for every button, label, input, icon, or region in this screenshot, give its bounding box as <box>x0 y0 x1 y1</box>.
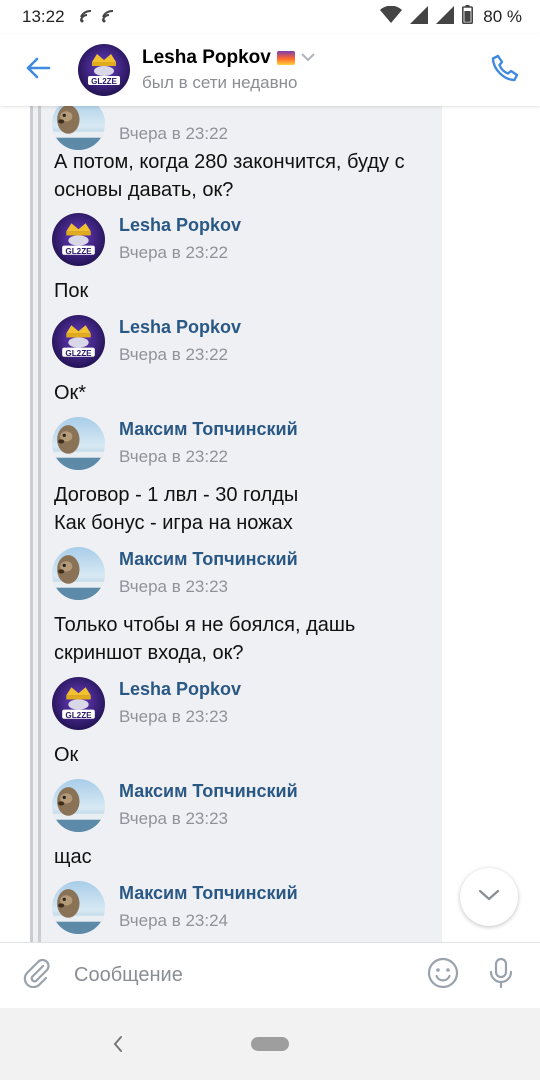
message-author[interactable]: Максим Топчинский <box>119 780 298 802</box>
status-bar: 13:22 80 % <box>0 0 540 34</box>
message-text: А потом, когда 280 закончится, буду с ос… <box>54 151 405 201</box>
message-text: щас <box>54 846 92 868</box>
message-composer <box>0 942 540 1008</box>
forward-quote-line <box>30 106 33 942</box>
battery-icon <box>462 5 474 29</box>
emoji-icon <box>427 957 459 994</box>
back-arrow-icon <box>25 57 51 84</box>
message-time: Вчера в 23:24 <box>119 911 229 930</box>
message-author[interactable]: Максим Топчинский <box>119 418 298 440</box>
message-time: Вчера в 23:22 <box>119 243 229 262</box>
emoji-button[interactable] <box>414 943 472 1009</box>
message-header: Максим Топчинский Вчера в 23:24 <box>52 880 432 934</box>
call-button[interactable] <box>470 34 540 106</box>
message-text: Ок <box>54 744 79 766</box>
message-time: Вчера в 23:22 <box>119 447 229 466</box>
contact-name: Lesha Popkov <box>142 47 271 68</box>
forward-quote-line <box>38 106 41 942</box>
chat-screen: 13:22 80 % Lesha Popkov был в сети недав… <box>0 0 540 1080</box>
sunset-emoji-icon <box>276 51 295 65</box>
message-time: Вчера в 23:22 <box>119 124 229 143</box>
message-time: Вчера в 23:22 <box>119 345 229 364</box>
phone-icon <box>490 53 520 88</box>
avatar[interactable] <box>52 881 105 934</box>
avatar[interactable] <box>52 547 105 600</box>
message-author[interactable]: Максим Топчинский <box>119 548 298 570</box>
scroll-to-bottom-button[interactable] <box>460 868 518 926</box>
wifi-icon <box>380 5 403 29</box>
nav-back-icon[interactable] <box>106 1032 130 1056</box>
voice-message-button[interactable] <box>472 943 530 1009</box>
header-avatar[interactable] <box>78 44 130 96</box>
status-time: 13:22 <box>22 7 65 26</box>
avatar[interactable] <box>52 213 105 266</box>
message-header: Максим Топчинский Вчера в 23:22 <box>52 416 432 470</box>
microphone-icon <box>488 957 514 994</box>
back-button[interactable] <box>0 34 76 106</box>
avatar[interactable] <box>52 779 105 832</box>
message-header: Вчера в 23:22 <box>52 106 432 150</box>
message-author[interactable]: Максим Топчинский <box>119 882 298 904</box>
wifi-calling-icon <box>79 9 95 26</box>
message-text: Ок* <box>54 382 87 404</box>
message-list[interactable]: Вчера в 23:22 А потом, когда 280 закончи… <box>0 106 540 942</box>
chevron-down-icon <box>478 888 500 907</box>
message-author[interactable]: Lesha Popkov <box>119 214 241 236</box>
message-header: Lesha Popkov Вчера в 23:23 <box>52 676 432 730</box>
message-author[interactable]: Lesha Popkov <box>119 316 241 338</box>
message-text: Только чтобы я не боялся, дашь скриншот … <box>54 614 356 664</box>
avatar[interactable] <box>52 677 105 730</box>
contact-status: был в сети недавно <box>142 73 298 92</box>
home-pill-icon[interactable] <box>251 1037 289 1051</box>
signal-icon <box>410 5 429 29</box>
attach-icon <box>23 958 51 993</box>
message-input[interactable] <box>74 953 414 998</box>
wifi-calling-icon <box>101 9 117 26</box>
message-header: Максим Топчинский Вчера в 23:23 <box>52 778 432 832</box>
message-author[interactable]: Lesha Popkov <box>119 678 241 700</box>
avatar[interactable] <box>52 417 105 470</box>
signal-icon <box>436 5 455 29</box>
avatar[interactable] <box>52 106 105 150</box>
avatar[interactable] <box>52 315 105 368</box>
message-header: Lesha Popkov Вчера в 23:22 <box>52 212 432 266</box>
message-header: Максим Топчинский Вчера в 23:23 <box>52 546 432 600</box>
battery-percent: 80 % <box>483 7 522 26</box>
system-nav-bar <box>0 1008 540 1080</box>
message-time: Вчера в 23:23 <box>119 577 229 596</box>
attach-button[interactable] <box>0 943 74 1009</box>
message-header: Lesha Popkov Вчера в 23:22 <box>52 314 432 368</box>
message-text: Договор - 1 лвл - 30 голды Как бонус - и… <box>54 484 299 534</box>
chevron-down-icon <box>301 49 315 67</box>
header-title[interactable]: Lesha Popkov был в сети недавно <box>142 47 470 93</box>
message-time: Вчера в 23:23 <box>119 707 229 726</box>
chat-header: Lesha Popkov был в сети недавно <box>0 34 540 106</box>
message-text: Пок <box>54 280 89 302</box>
message-time: Вчера в 23:23 <box>119 809 229 828</box>
